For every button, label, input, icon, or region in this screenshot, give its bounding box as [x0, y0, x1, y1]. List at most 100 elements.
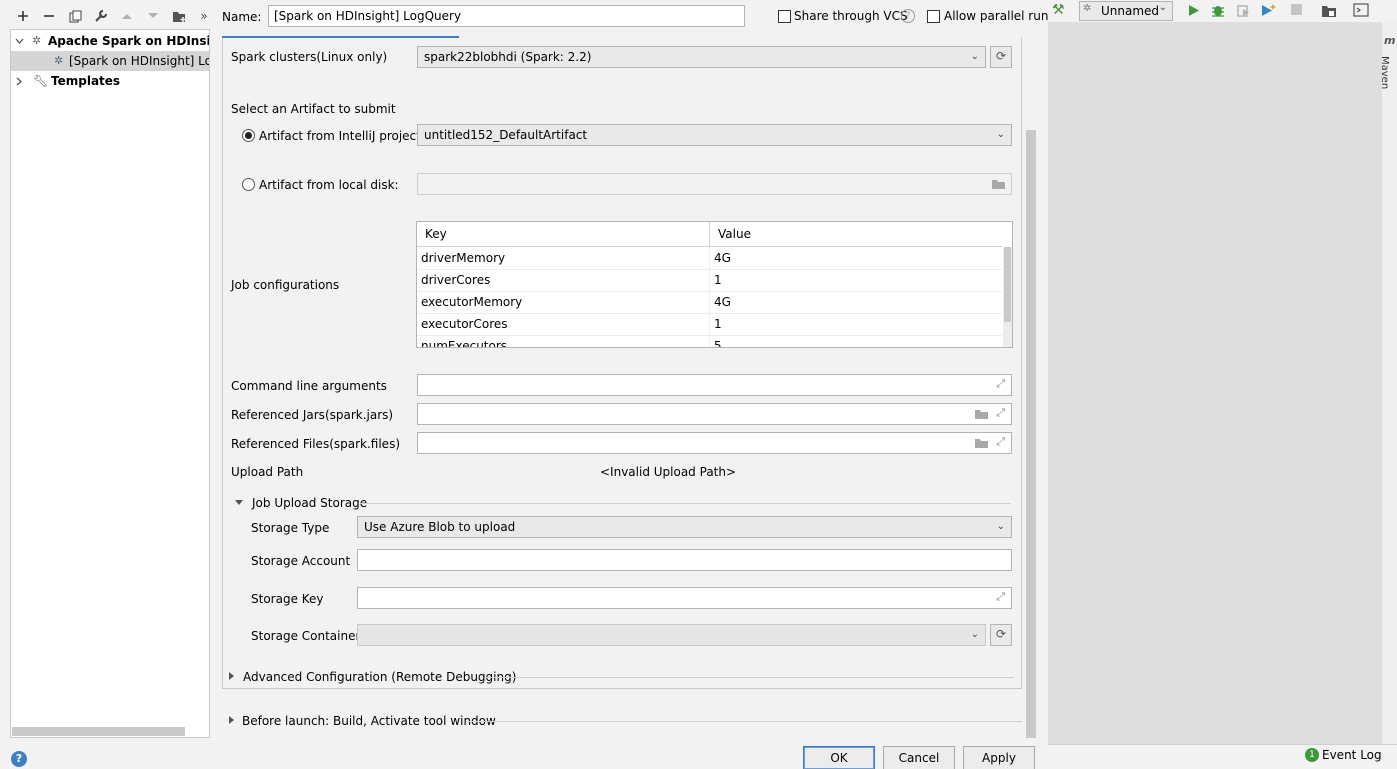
expand-icon[interactable]: ⤢ [996, 377, 1005, 391]
wrench-icon: 🔧︎ [33, 74, 49, 88]
project-structure-icon[interactable] [1321, 3, 1337, 18]
cell-key[interactable]: executorMemory [417, 291, 522, 313]
help-icon[interactable]: ? [11, 751, 27, 767]
more-icon[interactable]: » [193, 5, 215, 27]
cell-value[interactable]: 4G [710, 247, 731, 269]
ref-files-input[interactable]: ⤢ [417, 432, 1012, 454]
storage-type-value: Use Azure Blob to upload [364, 520, 516, 534]
apply-button[interactable]: Apply [963, 746, 1035, 769]
storage-type-combo[interactable]: Use Azure Blob to upload ⌄ [357, 516, 1012, 538]
section-separator [360, 503, 1011, 504]
run-config-label: Unnamed [1101, 4, 1160, 18]
artifact-disk-input[interactable] [417, 173, 1012, 195]
artifact-disk-label: Artifact from local disk: [259, 178, 399, 192]
cmd-args-input[interactable]: ⤢ [417, 374, 1012, 396]
cell-key[interactable]: executorCores [417, 313, 508, 335]
artifact-project-radio[interactable] [242, 129, 255, 142]
run-configuration-dialog: » ✲ Apache Spark on HDInsight ✲ [Spark o… [0, 0, 1048, 769]
plus-icon[interactable] [12, 5, 34, 27]
storage-account-input[interactable] [357, 549, 1012, 571]
tree-item-logquery[interactable]: ✲ [Spark on HDInsight] LogQuery [11, 51, 209, 71]
cell-value[interactable]: 1 [710, 313, 722, 335]
ref-files-label: Referenced Files(spark.files) [231, 437, 401, 451]
chevron-right-icon[interactable] [228, 671, 236, 681]
ide-status-bar: 1 Event Log [1048, 744, 1397, 769]
name-label: Name: [222, 10, 262, 24]
folder-add-icon[interactable] [168, 5, 190, 27]
folder-icon[interactable] [974, 437, 989, 449]
expand-icon[interactable]: ⤢ [996, 435, 1005, 449]
storage-key-input[interactable]: ⤢ [357, 587, 1012, 609]
cell-key[interactable]: driverMemory [417, 247, 505, 269]
ide-right-toolbar: m Maven [1379, 22, 1397, 744]
config-tree: ✲ Apache Spark on HDInsight ✲ [Spark on … [10, 29, 210, 738]
stop-icon[interactable] [1291, 4, 1302, 15]
minus-icon[interactable] [38, 5, 60, 27]
maven-tab[interactable]: Maven [1379, 56, 1390, 89]
folder-icon[interactable] [974, 408, 989, 420]
arrow-up-icon[interactable] [116, 5, 138, 27]
ref-jars-input[interactable]: ⤢ [417, 403, 1012, 425]
form-vertical-scrollbar[interactable] [1026, 130, 1036, 738]
table-scrollbar-thumb[interactable] [1004, 247, 1011, 322]
debug-icon[interactable] [1211, 3, 1225, 18]
spark-icon: ✲ [32, 34, 42, 47]
cell-key[interactable]: numExecutors [417, 335, 507, 347]
coverage-icon[interactable] [1236, 3, 1251, 18]
clusters-value: spark22blobhdi (Spark: 2.2) [424, 50, 592, 64]
ide-toolbar: ⚒ ✲ Unnamed ⌄ [1048, 0, 1397, 22]
maven-icon[interactable]: m [1384, 34, 1395, 47]
storage-account-label: Storage Account [251, 554, 351, 568]
job-config-table[interactable]: Key Value driverMemory 4G driverCores 1 … [416, 221, 1013, 348]
refresh-container-icon[interactable]: ⟳ [990, 624, 1012, 646]
question-icon[interactable]: ? [901, 9, 915, 23]
chevron-right-icon[interactable] [15, 77, 24, 86]
expand-icon[interactable]: ⤢ [996, 590, 1005, 604]
name-input[interactable]: [Spark on HDInsight] LogQuery [268, 5, 745, 27]
chevron-down-icon[interactable] [234, 499, 244, 507]
parallel-run-label: Allow parallel run [944, 9, 1049, 23]
column-header-value[interactable]: Value [710, 222, 1002, 247]
chevron-right-icon[interactable] [228, 715, 236, 725]
tab-configuration[interactable] [222, 36, 459, 38]
parallel-run-checkbox[interactable] [927, 10, 940, 23]
chevron-down-icon: ⌄ [996, 521, 1005, 532]
chevron-down-icon: ⌄ [996, 129, 1005, 140]
event-log-tab[interactable]: Event Log [1322, 748, 1382, 762]
section-separator [467, 721, 1022, 722]
chevron-down-icon[interactable] [15, 37, 24, 46]
wrench-icon[interactable] [90, 5, 112, 27]
refresh-clusters-icon[interactable]: ⟳ [990, 46, 1012, 68]
tree-templates[interactable]: 🔧︎ Templates [11, 71, 209, 91]
terminal-icon[interactable] [1353, 3, 1369, 18]
column-header-key[interactable]: Key [417, 222, 710, 247]
share-vcs-checkbox[interactable] [778, 10, 791, 23]
cell-key[interactable]: driverCores [417, 269, 490, 291]
before-launch-title[interactable]: Before launch: Build, Activate tool wind… [242, 713, 496, 729]
expand-icon[interactable]: ⤢ [996, 406, 1005, 420]
hammer-icon[interactable]: ⚒ [1052, 2, 1065, 18]
ide-editor-area [1048, 22, 1382, 744]
arrow-down-icon[interactable] [142, 5, 164, 27]
artifact-project-combo[interactable]: untitled152_DefaultArtifact ⌄ [417, 124, 1012, 146]
cmd-args-label: Command line arguments [231, 379, 387, 393]
tree-horizontal-scrollbar[interactable] [12, 727, 185, 736]
cell-value[interactable]: 5 [710, 335, 722, 347]
run-icon[interactable] [1188, 4, 1200, 17]
cancel-button[interactable]: Cancel [883, 746, 955, 769]
job-upload-storage-title[interactable]: Job Upload Storage [252, 495, 367, 511]
job-config-label: Job configurations [231, 278, 340, 292]
artifact-project-label: Artifact from IntelliJ project: [259, 129, 425, 143]
clusters-combo[interactable]: spark22blobhdi (Spark: 2.2) ⌄ [417, 46, 986, 68]
ok-button[interactable]: OK [803, 746, 875, 769]
advanced-config-title[interactable]: Advanced Configuration (Remote Debugging… [243, 669, 516, 685]
storage-container-combo[interactable]: ⌄ [357, 624, 986, 646]
copy-icon[interactable] [64, 5, 86, 27]
run-config-combo[interactable]: ✲ Unnamed ⌄ [1079, 1, 1173, 21]
tree-group-spark[interactable]: ✲ Apache Spark on HDInsight [11, 31, 209, 51]
folder-icon[interactable] [991, 178, 1006, 190]
artifact-disk-radio[interactable] [242, 178, 255, 191]
profile-icon[interactable] [1261, 3, 1277, 18]
cell-value[interactable]: 4G [710, 291, 731, 313]
cell-value[interactable]: 1 [710, 269, 722, 291]
